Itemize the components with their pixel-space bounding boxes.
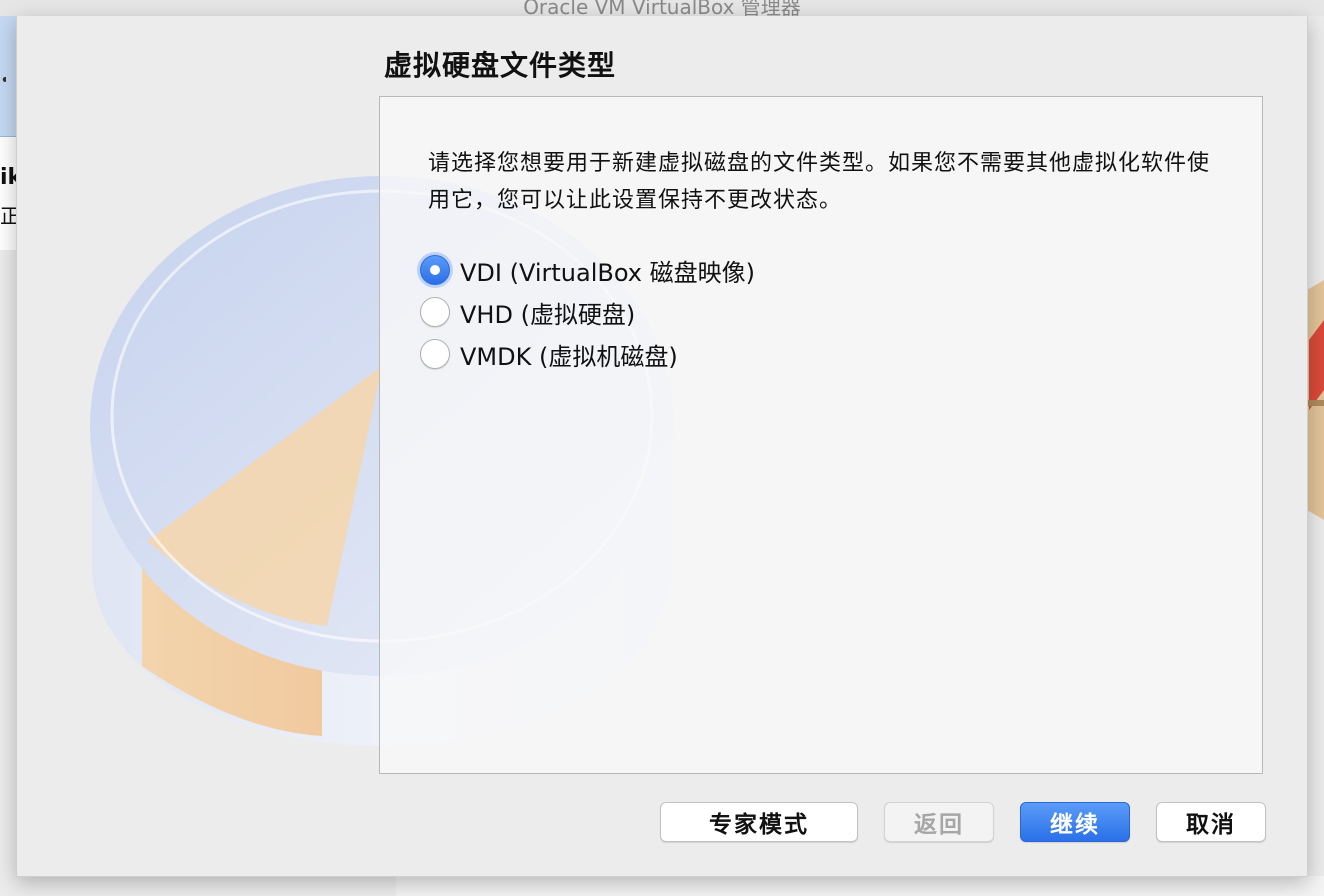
radio-button-vhd[interactable] (420, 297, 450, 327)
parent-sidebar-icon-fragment: • (0, 70, 6, 94)
radio-option-vdi[interactable]: VDI (VirtualBox 磁盘映像) (420, 249, 755, 291)
file-type-radio-group: VDI (VirtualBox 磁盘映像) VHD (虚拟硬盘) VMDK (虚… (420, 249, 755, 375)
radio-label-vdi[interactable]: VDI (VirtualBox 磁盘映像) (460, 253, 755, 288)
parent-window-titlebar: Oracle VM VirtualBox 管理器 (0, 0, 1324, 16)
radio-label-vhd[interactable]: VHD (虚拟硬盘) (460, 295, 635, 330)
parent-sidebar-row[interactable] (0, 137, 16, 250)
continue-button[interactable]: 继续 (1020, 802, 1130, 842)
parent-sidebar-vm-status: 正 (0, 204, 16, 228)
parent-window-toolbox-icon (1307, 280, 1324, 520)
new-disk-dialog: 虚拟硬盘文件类型 请选择您想要用于新建虚拟磁盘的文件类型。如果您不需要其他虚拟化… (16, 16, 1308, 877)
expert-mode-button[interactable]: 专家模式 (660, 802, 858, 842)
radio-selected-dot (430, 265, 440, 275)
radio-option-vhd[interactable]: VHD (虚拟硬盘) (420, 291, 755, 333)
dialog-title: 虚拟硬盘文件类型 (384, 49, 617, 82)
parent-window-title: Oracle VM VirtualBox 管理器 (523, 0, 801, 16)
description-text: 请选择您想要用于新建虚拟磁盘的文件类型。如果您不需要其他虚拟化软件使用它，您可以… (428, 151, 1211, 213)
content-panel: 请选择您想要用于新建虚拟磁盘的文件类型。如果您不需要其他虚拟化软件使用它，您可以… (379, 96, 1263, 774)
radio-button-vmdk[interactable] (420, 339, 450, 369)
parent-sidebar-vm-name: ik (0, 165, 16, 190)
back-button[interactable]: 返回 (884, 802, 994, 842)
parent-window-bottom-strip (396, 876, 1324, 896)
cancel-button[interactable]: 取消 (1156, 802, 1266, 842)
radio-label-vmdk[interactable]: VMDK (虚拟机磁盘) (460, 337, 678, 372)
radio-button-vdi[interactable] (420, 255, 450, 285)
radio-option-vmdk[interactable]: VMDK (虚拟机磁盘) (420, 333, 755, 375)
